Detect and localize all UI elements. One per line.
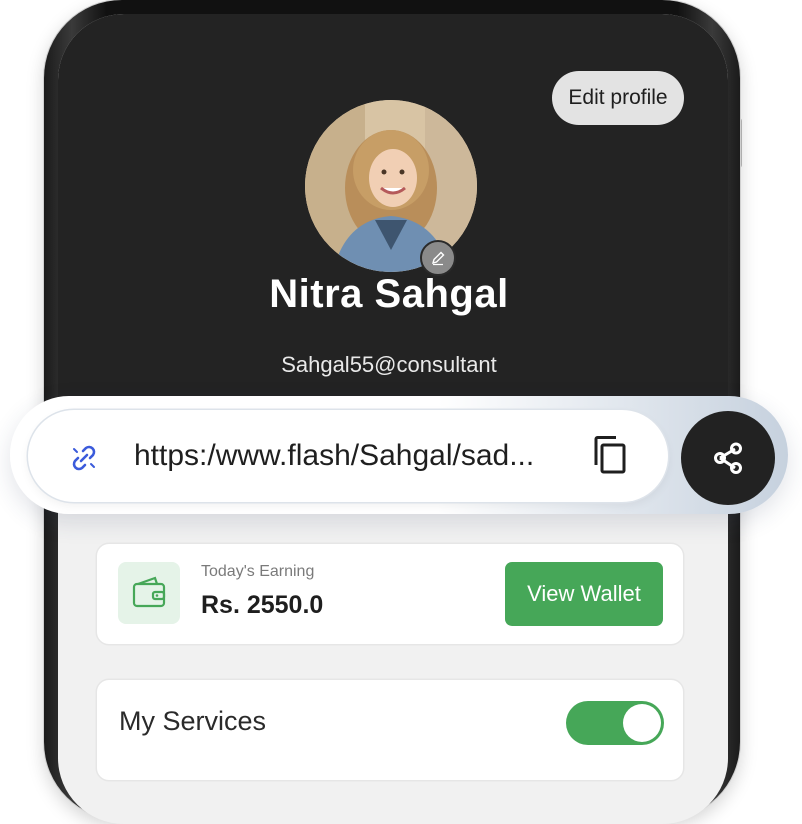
services-label: My Services xyxy=(119,706,267,736)
wallet-icon xyxy=(132,576,166,608)
profile-link-url: https:/www.flash/Sahgal/sad... xyxy=(134,439,535,472)
earnings-amount: Rs. 2550.0 xyxy=(201,591,324,619)
share-button[interactable] xyxy=(681,411,775,505)
copy-icon[interactable] xyxy=(588,432,634,478)
share-icon xyxy=(714,442,742,474)
services-toggle[interactable] xyxy=(566,701,664,745)
toggle-knob xyxy=(623,704,661,742)
wallet-tile xyxy=(118,562,180,624)
link-icon xyxy=(72,445,96,471)
edit-profile-button[interactable]: Edit profile xyxy=(552,71,684,125)
pencil-icon xyxy=(431,251,445,266)
view-wallet-button[interactable]: View Wallet xyxy=(505,562,663,626)
earnings-label: Today's Earning xyxy=(201,563,315,580)
user-handle: Sahgal55@consultant xyxy=(281,352,497,377)
avatar-edit-button[interactable] xyxy=(420,240,456,276)
user-name: Nitra Sahgal xyxy=(269,272,509,316)
